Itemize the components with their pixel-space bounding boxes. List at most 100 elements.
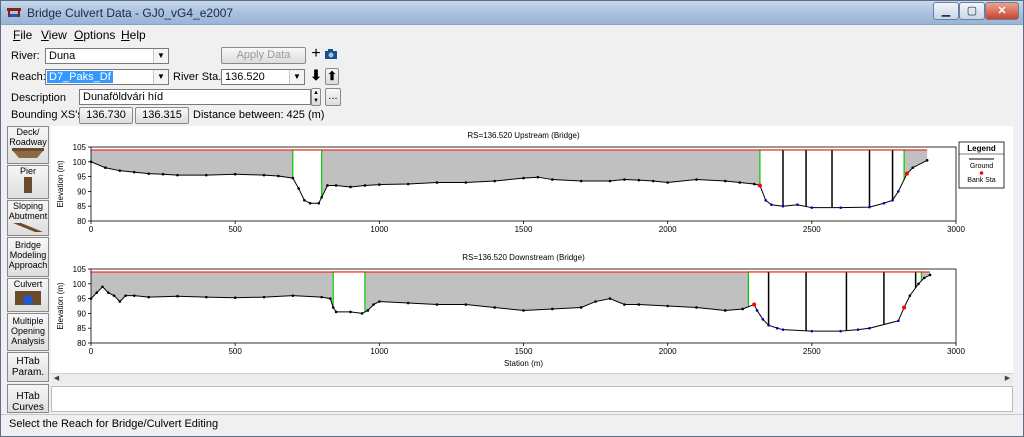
legend-bank-swatch bbox=[979, 171, 984, 175]
river-sta-label: River Sta.: bbox=[173, 71, 225, 83]
downstream-ground-point-18 bbox=[349, 310, 352, 314]
downstream-ground-point-45 bbox=[839, 329, 842, 333]
culvert-icon bbox=[15, 291, 41, 305]
upstream-xtick-label-0: 0 bbox=[89, 225, 94, 234]
upstream-xtick-label-6: 3000 bbox=[947, 225, 965, 234]
deck-roadway-label: Deck/ Roadway bbox=[9, 127, 47, 147]
river-select[interactable]: Duna ▼ bbox=[45, 48, 169, 64]
minimize-button[interactable]: ▁ bbox=[933, 2, 959, 20]
menu-bar: File View Options Help bbox=[1, 26, 1023, 44]
river-sta-select[interactable]: 136.520 ▼ bbox=[221, 69, 305, 85]
menu-file[interactable]: File bbox=[13, 28, 32, 42]
downstream-ground-point-33 bbox=[637, 303, 641, 306]
htab-curves-button[interactable]: HTab Curves bbox=[7, 384, 49, 413]
downstream-ground-point-12 bbox=[262, 295, 266, 299]
menu-view[interactable]: View bbox=[41, 28, 67, 42]
downstream-xtick-label-0: 0 bbox=[89, 347, 94, 356]
upstream-ground-point-2 bbox=[118, 169, 122, 172]
upstream-ylabel: Elevation (m) bbox=[56, 160, 65, 207]
maximize-icon: ▢ bbox=[966, 5, 978, 17]
upstream-opening-0 bbox=[292, 149, 322, 204]
upstream-ground-point-22 bbox=[406, 182, 410, 186]
downstream-ground-point-5 bbox=[118, 300, 122, 303]
upstream-ground-point-30 bbox=[608, 179, 612, 183]
upstream-ground-point-8 bbox=[233, 172, 237, 176]
apply-data-button[interactable]: Apply Data bbox=[221, 47, 306, 64]
upstream-ground-point-26 bbox=[522, 176, 525, 180]
scroll-left-icon[interactable]: ◀ bbox=[51, 374, 62, 384]
downstream-ground-point-50 bbox=[908, 294, 912, 297]
bridge-modeling-approach-button[interactable]: Bridge Modeling Approach bbox=[7, 237, 49, 277]
chevron-down-icon: ▼ bbox=[153, 49, 168, 63]
downstream-ground-point-37 bbox=[741, 307, 744, 311]
menu-help[interactable]: Help bbox=[121, 28, 146, 42]
upstream-ground-point-28 bbox=[551, 178, 554, 181]
cross-section-plot-area[interactable]: RS=136.520 Upstream (Bridge) 80 85 90 95 100 1… bbox=[51, 126, 1013, 373]
multiple-opening-button[interactable]: Multiple Opening Analysis bbox=[7, 313, 49, 351]
downstream-ground-point-31 bbox=[608, 297, 612, 300]
upstream-chart-title: RS=136.520 Upstream (Bridge) bbox=[467, 131, 580, 140]
menu-options-rest: ptions bbox=[83, 28, 116, 42]
upstream-ground-point-27 bbox=[536, 175, 540, 179]
downstream-ground-point-16 bbox=[331, 306, 335, 309]
bounding-downstream-button[interactable]: 136.315 bbox=[135, 107, 189, 124]
horizontal-scrollbar[interactable]: ◀ ▶ bbox=[51, 373, 1013, 384]
downstream-ground-point-4 bbox=[112, 294, 116, 297]
downstream-ground-point-41 bbox=[767, 323, 770, 327]
maximize-button[interactable]: ▢ bbox=[959, 2, 985, 20]
cross-section-chart: RS=136.520 Upstream (Bridge) 80 85 90 95 100 1… bbox=[56, 131, 1005, 368]
upstream-ground-point-24 bbox=[464, 181, 468, 184]
arrow-down-icon[interactable]: ⬇ bbox=[309, 68, 323, 85]
downstream-opening-1 bbox=[748, 271, 922, 332]
camera-icon[interactable] bbox=[323, 47, 339, 64]
close-button[interactable]: ✕ bbox=[985, 2, 1019, 20]
downstream-ground-point-47 bbox=[868, 326, 871, 330]
scroll-right-icon[interactable]: ▶ bbox=[1002, 374, 1013, 384]
title-bar[interactable]: Bridge Culvert Data - GJ0_vG4_e2007 ▁ ▢ … bbox=[1, 1, 1023, 25]
description-spinner[interactable]: ▲ ▼ bbox=[311, 88, 321, 106]
menu-options[interactable]: Options bbox=[74, 28, 115, 42]
description-field[interactable]: Dunaföldvári híd bbox=[79, 89, 311, 105]
downstream-ground-point-23 bbox=[406, 301, 410, 305]
description-label: Description bbox=[11, 92, 67, 104]
downstream-ytick-label-1: 85 bbox=[77, 324, 86, 333]
legend-bank-label: Bank Sta bbox=[967, 177, 996, 184]
upstream-ytick-label-2: 90 bbox=[77, 187, 86, 196]
downstream-bank-station-1 bbox=[902, 305, 907, 310]
upstream-ground-point-41 bbox=[770, 203, 773, 207]
upstream-ground-point-15 bbox=[317, 201, 321, 205]
more-button[interactable]: ... bbox=[325, 88, 341, 106]
reach-select[interactable]: D7_Paks_Df ▼ bbox=[45, 69, 169, 85]
downstream-ytick-label-2: 90 bbox=[77, 309, 86, 318]
downstream-ground-point-6 bbox=[124, 294, 127, 297]
upstream-ground-point-31 bbox=[623, 178, 626, 181]
sloping-abutment-label: Sloping Abutment bbox=[8, 201, 48, 221]
arrow-up-icon[interactable]: ⬆ bbox=[325, 68, 339, 85]
add-icon[interactable]: + bbox=[309, 46, 323, 64]
culvert-button[interactable]: Culvert bbox=[7, 278, 49, 312]
downstream-ground-point-1 bbox=[95, 291, 99, 294]
upstream-ground-point-38 bbox=[752, 182, 756, 186]
downstream-xtick-label-2: 1000 bbox=[370, 347, 388, 356]
htab-param-button[interactable]: HTab Param. bbox=[7, 352, 49, 382]
bounding-upstream-button[interactable]: 136.730 bbox=[79, 107, 133, 124]
downstream-ground-point-15 bbox=[329, 297, 332, 300]
upstream-xtick-label-2: 1000 bbox=[370, 225, 388, 234]
river-value: Duna bbox=[49, 50, 76, 62]
upstream-ground-point-42 bbox=[781, 204, 785, 208]
downstream-bank-station-0 bbox=[752, 302, 757, 307]
upstream-ground-point-37 bbox=[738, 181, 742, 184]
deck-roadway-button[interactable]: Deck/ Roadway bbox=[7, 126, 49, 164]
downstream-ground-point-22 bbox=[378, 300, 381, 303]
pier-button[interactable]: Pier bbox=[7, 165, 49, 199]
sloping-abutment-button[interactable]: Sloping Abutment bbox=[7, 200, 49, 236]
upstream-ground-point-44 bbox=[810, 206, 814, 209]
bounding-label: Bounding XS's: bbox=[11, 109, 86, 121]
downstream-ground-point-20 bbox=[366, 309, 370, 312]
upstream-ytick-label-5: 105 bbox=[73, 143, 87, 152]
upstream-ground-point-32 bbox=[637, 178, 641, 182]
upstream-ground-point-46 bbox=[868, 205, 871, 209]
downstream-xtick-label-1: 500 bbox=[228, 347, 242, 356]
downstream-xlabel: Station (m) bbox=[504, 359, 543, 368]
downstream-ground-point-48 bbox=[897, 319, 900, 323]
